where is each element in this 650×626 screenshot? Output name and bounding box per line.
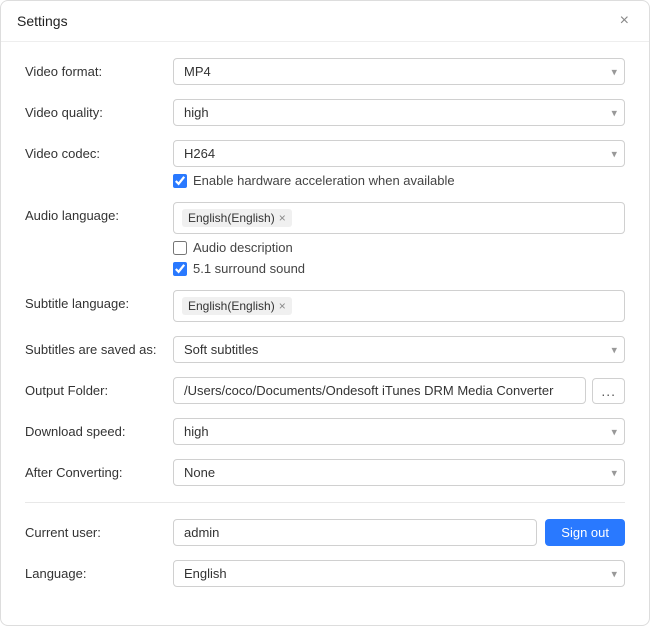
close-button[interactable]: × (616, 11, 633, 31)
subtitle-language-tag-input[interactable]: English(English) × (173, 290, 625, 322)
settings-window: Settings × Video format: MP4 MOV MKV AVI… (0, 0, 650, 626)
audio-language-tag-input[interactable]: English(English) × (173, 202, 625, 234)
surround-label: 5.1 surround sound (193, 261, 305, 276)
current-user-row: Current user: Sign out (25, 519, 625, 546)
hw-accel-label: Enable hardware acceleration when availa… (193, 173, 455, 188)
language-label: Language: (25, 560, 173, 581)
subtitle-language-label: Subtitle language: (25, 290, 173, 311)
download-speed-label: Download speed: (25, 418, 173, 439)
current-user-input[interactable] (173, 519, 537, 546)
video-format-label: Video format: (25, 58, 173, 79)
after-converting-label: After Converting: (25, 459, 173, 480)
video-format-control: MP4 MOV MKV AVI ▾ (173, 58, 625, 85)
video-codec-control: H264 H265 HEVC ▾ Enable hardware acceler… (173, 140, 625, 188)
video-codec-row: Video codec: H264 H265 HEVC ▾ Enable har… (25, 140, 625, 188)
subtitle-language-tag-close[interactable]: × (279, 300, 286, 312)
audio-desc-label: Audio description (193, 240, 293, 255)
subtitle-language-tag-text: English(English) (188, 299, 275, 313)
section-divider (25, 502, 625, 503)
output-folder-control: ... (173, 377, 625, 404)
subtitles-saved-row: Subtitles are saved as: Soft subtitles H… (25, 336, 625, 363)
audio-language-label: Audio language: (25, 202, 173, 223)
after-converting-control: None Open folder Shut down ▾ (173, 459, 625, 486)
subtitles-saved-control: Soft subtitles Hard subtitles ▾ (173, 336, 625, 363)
output-folder-row: Output Folder: ... (25, 377, 625, 404)
video-quality-row: Video quality: high medium low ▾ (25, 99, 625, 126)
output-folder-wrap: ... (173, 377, 625, 404)
video-quality-select[interactable]: high medium low (173, 99, 625, 126)
after-converting-select-wrap: None Open folder Shut down ▾ (173, 459, 625, 486)
subtitles-saved-label: Subtitles are saved as: (25, 336, 173, 357)
hw-accel-checkbox[interactable] (173, 174, 187, 188)
audio-language-tag-close[interactable]: × (279, 212, 286, 224)
output-folder-input[interactable] (173, 377, 586, 404)
titlebar: Settings × (1, 1, 649, 42)
signout-button[interactable]: Sign out (545, 519, 625, 546)
video-format-select[interactable]: MP4 MOV MKV AVI (173, 58, 625, 85)
language-select-wrap: English Chinese French German ▾ (173, 560, 625, 587)
video-format-row: Video format: MP4 MOV MKV AVI ▾ (25, 58, 625, 85)
language-select[interactable]: English Chinese French German (173, 560, 625, 587)
after-converting-row: After Converting: None Open folder Shut … (25, 459, 625, 486)
download-speed-row: Download speed: high medium low ▾ (25, 418, 625, 445)
video-quality-select-wrap: high medium low ▾ (173, 99, 625, 126)
subtitles-saved-select[interactable]: Soft subtitles Hard subtitles (173, 336, 625, 363)
audio-language-control: English(English) × Audio description 5.1… (173, 202, 625, 276)
current-user-label: Current user: (25, 519, 173, 540)
hw-accel-row: Enable hardware acceleration when availa… (173, 173, 625, 188)
current-user-control: Sign out (173, 519, 625, 546)
download-speed-select[interactable]: high medium low (173, 418, 625, 445)
video-codec-select-wrap: H264 H265 HEVC ▾ (173, 140, 625, 167)
subtitle-language-tag: English(English) × (182, 297, 292, 315)
surround-checkbox[interactable] (173, 262, 187, 276)
settings-content: Video format: MP4 MOV MKV AVI ▾ Video qu… (1, 42, 649, 625)
language-row: Language: English Chinese French German … (25, 560, 625, 587)
subtitle-language-control: English(English) × (173, 290, 625, 322)
subtitle-language-row: Subtitle language: English(English) × (25, 290, 625, 322)
window-title: Settings (17, 13, 68, 29)
output-folder-browse-button[interactable]: ... (592, 378, 625, 404)
video-codec-select[interactable]: H264 H265 HEVC (173, 140, 625, 167)
video-quality-label: Video quality: (25, 99, 173, 120)
video-codec-label: Video codec: (25, 140, 173, 161)
video-quality-control: high medium low ▾ (173, 99, 625, 126)
download-speed-select-wrap: high medium low ▾ (173, 418, 625, 445)
output-folder-label: Output Folder: (25, 377, 173, 398)
language-control: English Chinese French German ▾ (173, 560, 625, 587)
audio-language-tag-text: English(English) (188, 211, 275, 225)
after-converting-select[interactable]: None Open folder Shut down (173, 459, 625, 486)
download-speed-control: high medium low ▾ (173, 418, 625, 445)
subtitles-saved-select-wrap: Soft subtitles Hard subtitles ▾ (173, 336, 625, 363)
audio-desc-checkbox[interactable] (173, 241, 187, 255)
audio-language-tag: English(English) × (182, 209, 292, 227)
video-format-select-wrap: MP4 MOV MKV AVI ▾ (173, 58, 625, 85)
audio-language-row: Audio language: English(English) × Audio… (25, 202, 625, 276)
current-user-wrap: Sign out (173, 519, 625, 546)
surround-row: 5.1 surround sound (173, 261, 625, 276)
audio-desc-row: Audio description (173, 240, 625, 255)
